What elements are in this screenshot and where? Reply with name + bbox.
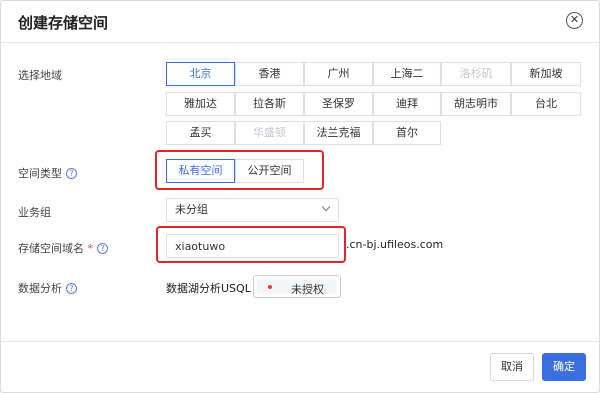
footer-divider (1, 341, 599, 342)
usql-authorize-toggle[interactable]: 未授权 (253, 275, 341, 298)
domain-name-label-text: 存储空间域名 (18, 242, 84, 255)
help-icon[interactable]: ? (66, 168, 77, 179)
business-group-select[interactable]: 未分组 (166, 198, 339, 222)
space-type-private[interactable]: 私有空间 (166, 159, 235, 183)
create-storage-dialog: 创建存储空间 ✕ 选择地域 北京 香港 广州 上海二 洛杉矶 新加坡 雅加达 拉… (0, 0, 600, 393)
required-mark: * (87, 242, 94, 255)
help-icon[interactable]: ? (66, 283, 77, 294)
data-analysis-label: 数据分析? (18, 280, 77, 296)
region-option-sao-paulo[interactable]: 圣保罗 (304, 92, 373, 116)
domain-name-label: 存储空间域名 *? (18, 240, 108, 256)
region-option-lagos[interactable]: 拉各斯 (235, 92, 304, 116)
region-option-washington: 华盛顿 (235, 121, 304, 145)
region-option-guangzhou[interactable]: 广州 (304, 62, 373, 86)
domain-suffix: .cn-bj.ufileos.com (346, 238, 444, 251)
confirm-button[interactable]: 确定 (542, 353, 586, 381)
dialog-header: 创建存储空间 ✕ (1, 1, 599, 43)
help-icon[interactable]: ? (97, 243, 108, 254)
region-option-shanghai2[interactable]: 上海二 (373, 62, 441, 86)
region-option-frankfurt[interactable]: 法兰克福 (304, 121, 373, 145)
cancel-button[interactable]: 取消 (490, 353, 534, 381)
region-option-taipei[interactable]: 台北 (511, 92, 581, 116)
close-icon[interactable]: ✕ (566, 12, 583, 29)
space-type-public[interactable]: 公开空间 (235, 159, 304, 183)
region-label: 选择地域 (18, 69, 62, 82)
usql-feature-label: 数据湖分析USQL (166, 282, 251, 295)
business-group-label: 业务组 (18, 206, 51, 219)
region-option-dubai[interactable]: 迪拜 (373, 92, 441, 116)
business-group-value: 未分组 (175, 203, 208, 216)
dialog-title: 创建存储空间 (18, 14, 109, 32)
space-type-label: 空间类型? (18, 165, 77, 181)
data-analysis-label-text: 数据分析 (18, 282, 62, 295)
space-type-label-text: 空间类型 (18, 167, 62, 180)
region-option-jakarta[interactable]: 雅加达 (166, 92, 235, 116)
status-dot-icon (268, 285, 272, 289)
domain-name-input[interactable] (166, 234, 339, 258)
region-option-hongkong[interactable]: 香港 (235, 62, 304, 86)
region-option-seoul[interactable]: 首尔 (373, 121, 441, 145)
toggle-track: 未授权 (257, 279, 337, 296)
region-option-los-angeles: 洛杉矶 (441, 62, 511, 86)
region-option-mumbai[interactable]: 孟买 (166, 121, 235, 145)
region-option-ho-chi-minh[interactable]: 胡志明市 (441, 92, 511, 116)
region-option-singapore[interactable]: 新加坡 (511, 62, 581, 86)
toggle-status-text: 未授权 (291, 283, 324, 296)
region-option-beijing[interactable]: 北京 (166, 62, 235, 86)
chevron-down-icon (321, 202, 331, 212)
